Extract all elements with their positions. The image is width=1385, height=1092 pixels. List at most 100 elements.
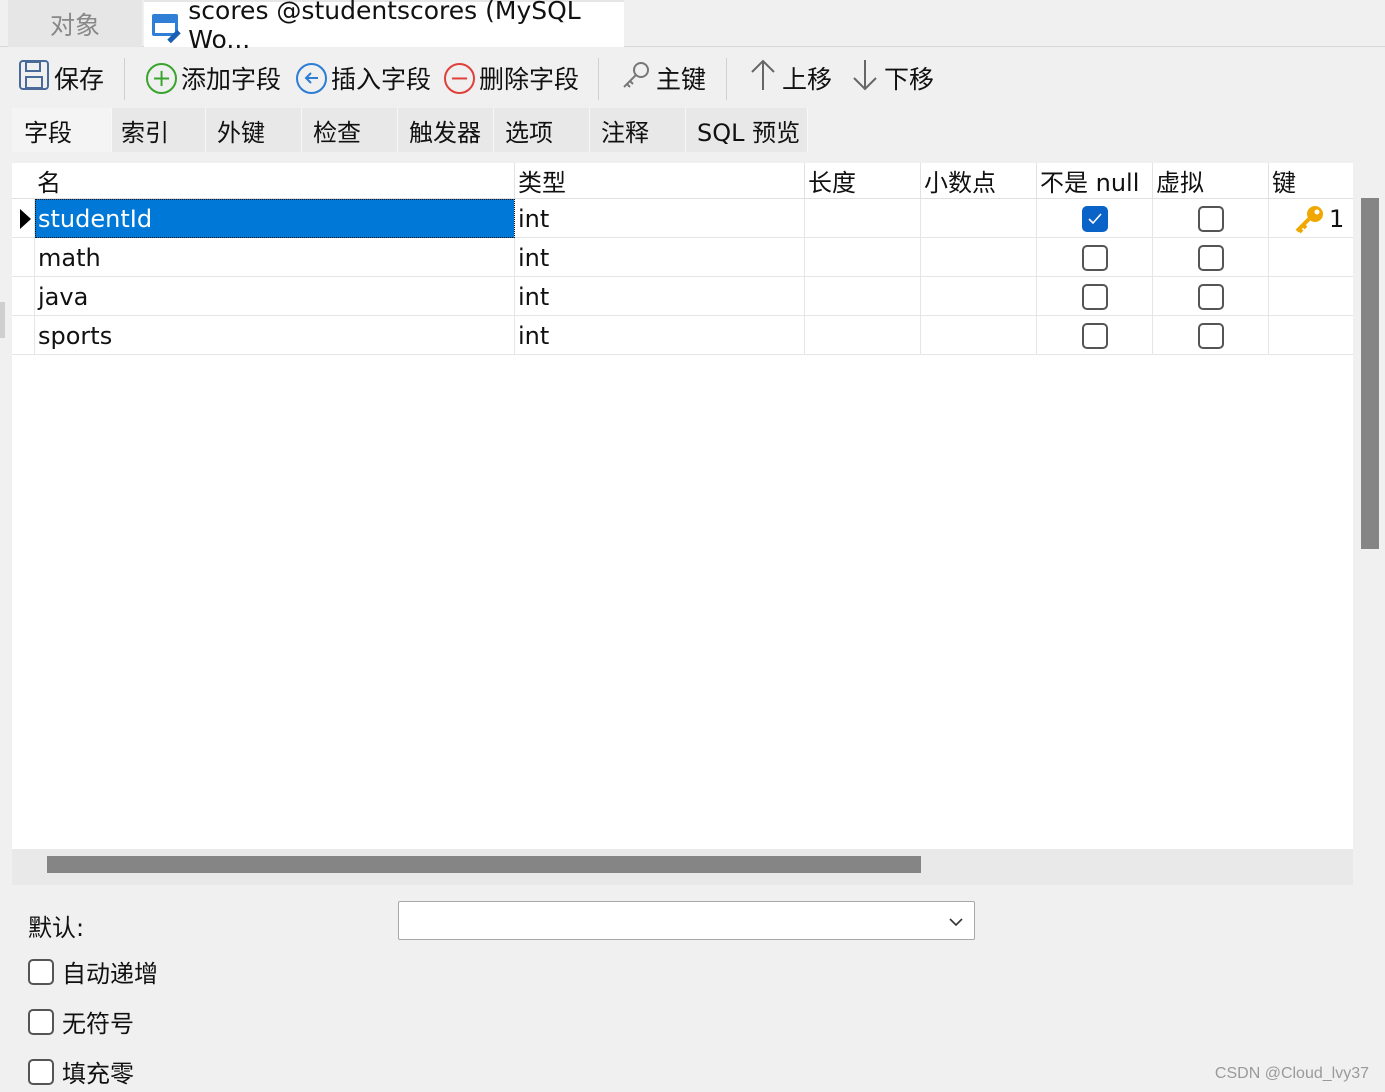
tab-triggers-label: 触发器: [409, 118, 481, 147]
not-null-cell: [1037, 199, 1153, 238]
tab-fields-label: 字段: [24, 118, 72, 147]
tab-options[interactable]: 选项: [494, 108, 590, 152]
tab-comment[interactable]: 注释: [590, 108, 686, 152]
row-selector[interactable]: [12, 277, 35, 316]
field-length-cell[interactable]: [805, 316, 921, 355]
field-decimals-cell[interactable]: [921, 316, 1037, 355]
minus-circle-icon: −: [444, 62, 475, 94]
horizontal-scrollbar-thumb[interactable]: [47, 856, 921, 873]
table-row[interactable]: math int: [12, 238, 1353, 277]
add-field-label: 添加字段: [181, 65, 282, 94]
zerofill-option[interactable]: 填充零: [28, 1054, 134, 1089]
column-header-decimals[interactable]: 小数点: [921, 163, 1037, 199]
virtual-checkbox[interactable]: [1197, 244, 1224, 271]
key-cell[interactable]: [1269, 238, 1353, 277]
tab-indexes-label: 索引: [121, 118, 169, 147]
key-cell[interactable]: 1: [1269, 199, 1353, 238]
column-header-label: 虚拟: [1156, 169, 1204, 197]
move-down-button[interactable]: 下移: [850, 58, 934, 98]
field-type-cell[interactable]: int: [515, 316, 805, 355]
tab-fields[interactable]: 字段: [12, 108, 112, 152]
tab-checks[interactable]: 检查: [302, 108, 398, 152]
column-header-length[interactable]: 长度: [805, 163, 921, 199]
vertical-scrollbar-thumb[interactable]: [1361, 198, 1379, 549]
insert-field-button[interactable]: 插入字段: [296, 58, 431, 98]
grid-header: 名 类型 长度 小数点 不是 null 虚拟 键: [12, 163, 1353, 199]
toolbar: 保存 + 添加字段 插入字段 − 删除字段 主键 上移 下移: [0, 48, 1385, 106]
plus-circle-icon: +: [146, 62, 177, 94]
auto-increment-label: 自动递增: [62, 960, 158, 988]
row-selector[interactable]: [12, 238, 35, 277]
primary-key-icon: [1293, 204, 1325, 234]
field-name-cell[interactable]: math: [35, 238, 515, 277]
save-button[interactable]: 保存: [18, 58, 104, 98]
tab-foreign-keys-label: 外键: [217, 118, 265, 147]
field-length-cell[interactable]: [805, 238, 921, 277]
not-null-checkbox[interactable]: [1081, 322, 1108, 349]
field-type-cell[interactable]: int: [515, 238, 805, 277]
field-name-cell[interactable]: java: [35, 277, 515, 316]
key-cell[interactable]: [1269, 316, 1353, 355]
not-null-cell: [1037, 316, 1153, 355]
column-header-label: 不是 null: [1040, 169, 1140, 197]
column-header-not-null[interactable]: 不是 null: [1037, 163, 1153, 199]
column-header-name[interactable]: 名: [34, 163, 515, 199]
row-selector[interactable]: [12, 316, 35, 355]
tab-checks-label: 检查: [313, 118, 361, 147]
field-decimals-cell[interactable]: [921, 277, 1037, 316]
fields-grid: 名 类型 长度 小数点 不是 null 虚拟 键 studentId int 1…: [12, 163, 1353, 849]
tab-foreign-keys[interactable]: 外键: [206, 108, 302, 152]
watermark: CSDN @Cloud_lvy37: [1214, 1065, 1369, 1082]
column-header-label: 长度: [808, 169, 856, 197]
key-cell[interactable]: [1269, 277, 1353, 316]
auto-increment-option[interactable]: 自动递增: [28, 954, 158, 989]
auto-increment-checkbox[interactable]: [28, 958, 54, 985]
row-selector[interactable]: [12, 199, 35, 238]
delete-field-button[interactable]: − 删除字段: [444, 58, 579, 98]
move-up-button[interactable]: 上移: [748, 58, 832, 98]
column-header-type[interactable]: 类型: [515, 163, 805, 199]
not-null-cell: [1037, 238, 1153, 277]
unsigned-option[interactable]: 无符号: [28, 1004, 134, 1039]
tab-objects[interactable]: 对象: [8, 0, 142, 47]
tab-table-designer[interactable]: scores @studentscores (MySQL Wo...: [144, 0, 624, 54]
field-length-cell[interactable]: [805, 199, 921, 238]
move-down-label: 下移: [884, 65, 935, 94]
arrow-up-icon: [748, 58, 778, 98]
table-row[interactable]: java int: [12, 277, 1353, 316]
field-name-cell[interactable]: sports: [35, 316, 515, 355]
field-name-cell[interactable]: studentId: [35, 199, 515, 238]
table-row[interactable]: studentId int 1: [12, 199, 1353, 238]
table-row[interactable]: sports int: [12, 316, 1353, 355]
field-decimals-cell[interactable]: [921, 238, 1037, 277]
field-type-cell[interactable]: int: [515, 199, 805, 238]
column-header-virtual[interactable]: 虚拟: [1153, 163, 1269, 199]
not-null-checkbox[interactable]: [1081, 283, 1108, 310]
add-field-button[interactable]: + 添加字段: [146, 58, 281, 98]
tab-sql-preview-label: SQL 预览: [697, 118, 801, 147]
splitter-handle[interactable]: [0, 302, 5, 338]
field-decimals-cell[interactable]: [921, 199, 1037, 238]
column-header-label: 名: [37, 169, 61, 197]
column-header-key[interactable]: 键: [1269, 163, 1353, 199]
virtual-cell: [1153, 238, 1269, 277]
not-null-checkbox[interactable]: [1081, 244, 1108, 271]
field-length-cell[interactable]: [805, 277, 921, 316]
tab-indexes[interactable]: 索引: [112, 108, 206, 152]
current-row-indicator-icon: [20, 209, 31, 229]
tab-sql-preview[interactable]: SQL 预览: [686, 108, 808, 152]
tab-triggers[interactable]: 触发器: [398, 108, 494, 152]
field-type-cell[interactable]: int: [515, 277, 805, 316]
virtual-checkbox[interactable]: [1197, 205, 1224, 232]
zerofill-checkbox[interactable]: [28, 1058, 54, 1085]
save-label: 保存: [54, 65, 105, 94]
not-null-checkbox[interactable]: [1081, 205, 1108, 232]
column-header-label: 小数点: [924, 169, 996, 197]
unsigned-checkbox[interactable]: [28, 1008, 54, 1035]
primary-key-button[interactable]: 主键: [620, 58, 706, 98]
key-order: 1: [1329, 204, 1345, 233]
default-value-combobox[interactable]: [398, 901, 975, 940]
virtual-checkbox[interactable]: [1197, 283, 1224, 310]
virtual-checkbox[interactable]: [1197, 322, 1224, 349]
insert-field-label: 插入字段: [331, 65, 432, 94]
